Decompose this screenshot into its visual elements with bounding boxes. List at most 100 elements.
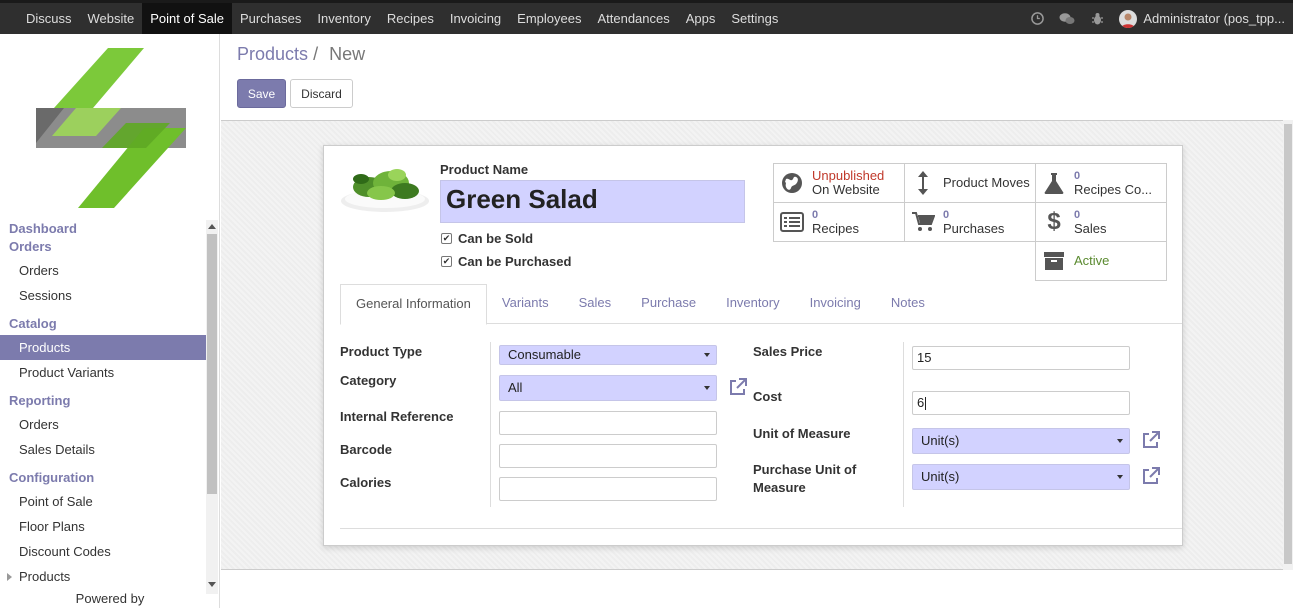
- sidebar-item-reporting-orders[interactable]: Orders: [0, 412, 206, 437]
- calories-label: Calories: [340, 475, 392, 490]
- recipes-text: 0 Recipes: [812, 208, 859, 236]
- sidebar-section-reporting[interactable]: Reporting: [0, 390, 206, 412]
- menu-apps[interactable]: Apps: [678, 3, 724, 34]
- up-down-arrows-icon: [911, 170, 935, 196]
- recipes-count-button[interactable]: 0 Recipes Co...: [1035, 163, 1167, 203]
- menu-purchases[interactable]: Purchases: [232, 3, 309, 34]
- form-tabs: General Information Variants Sales Purch…: [340, 284, 1182, 325]
- internal-reference-input[interactable]: [499, 411, 717, 435]
- uom-external-link-icon[interactable]: [1141, 430, 1161, 450]
- chat-icon[interactable]: [1059, 11, 1075, 27]
- purchase-uom-value: Unit(s): [921, 469, 960, 484]
- purchases-button[interactable]: 0 Purchases: [904, 202, 1036, 242]
- active-label: Active: [1074, 253, 1110, 268]
- clock-icon[interactable]: [1029, 11, 1045, 27]
- sidebar-item-sessions[interactable]: Sessions: [0, 283, 206, 308]
- sidebar-item-sales-details[interactable]: Sales Details: [0, 437, 206, 462]
- sidebar-scrollbar[interactable]: [206, 220, 218, 594]
- sidebar-section-dashboard[interactable]: Dashboard: [0, 220, 206, 238]
- can-be-sold-check-icon[interactable]: ✔: [441, 233, 452, 244]
- menu-attendances[interactable]: Attendances: [589, 3, 677, 34]
- sidebar-item-floor-plans[interactable]: Floor Plans: [0, 514, 206, 539]
- sidebar-item-point-of-sale[interactable]: Point of Sale: [0, 489, 206, 514]
- save-button[interactable]: Save: [237, 79, 286, 108]
- user-menu[interactable]: Administrator (pos_tpp...: [1119, 9, 1285, 28]
- tab-purchase[interactable]: Purchase: [626, 284, 711, 324]
- left-column-divider: [490, 342, 491, 507]
- tab-sales[interactable]: Sales: [564, 284, 627, 324]
- product-moves-button[interactable]: Product Moves: [904, 163, 1036, 203]
- sidebar-item-orders[interactable]: Orders: [0, 258, 206, 283]
- sidebar-section-configuration[interactable]: Configuration: [0, 467, 206, 489]
- bug-icon[interactable]: [1089, 11, 1105, 27]
- sidebar-scroll-thumb[interactable]: [207, 234, 217, 494]
- menu-recipes[interactable]: Recipes: [379, 3, 442, 34]
- right-column-divider: [903, 342, 904, 507]
- product-moves-label: Product Moves: [943, 175, 1030, 190]
- tab-invoicing[interactable]: Invoicing: [795, 284, 876, 324]
- main-scrollbar[interactable]: [1283, 120, 1293, 570]
- cost-input[interactable]: 6: [912, 391, 1130, 415]
- category-select[interactable]: All: [499, 375, 717, 401]
- tab-general-information[interactable]: General Information: [340, 284, 487, 325]
- internal-reference-label: Internal Reference: [340, 409, 454, 424]
- cost-label: Cost: [753, 389, 782, 404]
- main-scroll-thumb[interactable]: [1284, 124, 1292, 564]
- chevron-down-icon: [704, 353, 710, 357]
- top-menu-bar: Discuss Website Point of Sale Purchases …: [0, 0, 1293, 34]
- expand-arrow-icon: [7, 573, 12, 581]
- menu-point-of-sale[interactable]: Point of Sale: [142, 3, 232, 34]
- active-toggle-button[interactable]: Active: [1035, 241, 1167, 281]
- recipes-count-text: 0 Recipes Co...: [1074, 169, 1152, 197]
- sidebar-item-config-products[interactable]: Products: [0, 564, 206, 589]
- recipes-label: Recipes: [812, 221, 859, 236]
- product-type-value: Consumable: [508, 347, 581, 362]
- recipes-num: 0: [812, 209, 819, 221]
- sidebar: Dashboard Orders Orders Sessions Catalog…: [0, 34, 220, 608]
- sales-price-input[interactable]: 15: [912, 346, 1130, 370]
- purchase-uom-external-link-icon[interactable]: [1141, 466, 1161, 486]
- tab-inventory[interactable]: Inventory: [711, 284, 794, 324]
- barcode-input[interactable]: [499, 444, 717, 468]
- scroll-up-icon[interactable]: [208, 224, 216, 229]
- sidebar-section-orders[interactable]: Orders: [0, 238, 206, 256]
- menu-employees[interactable]: Employees: [509, 3, 589, 34]
- calories-input[interactable]: [499, 477, 717, 501]
- menu-discuss[interactable]: Discuss: [18, 3, 80, 34]
- tab-notes[interactable]: Notes: [876, 284, 940, 324]
- user-name: Administrator (pos_tpp...: [1143, 11, 1285, 26]
- list-icon: [780, 212, 804, 232]
- purchases-label: Purchases: [943, 221, 1005, 236]
- sidebar-section-catalog[interactable]: Catalog: [0, 313, 206, 335]
- product-name-input[interactable]: Green Salad: [440, 180, 745, 223]
- product-image[interactable]: [339, 161, 431, 213]
- sidebar-item-product-variants[interactable]: Product Variants: [0, 360, 206, 385]
- unit-of-measure-select[interactable]: Unit(s): [912, 428, 1130, 454]
- can-be-purchased-check-icon[interactable]: ✔: [441, 256, 452, 267]
- sidebar-item-products[interactable]: Products: [0, 335, 206, 360]
- website-status-button[interactable]: Unpublished On Website: [773, 163, 905, 203]
- recipes-button[interactable]: 0 Recipes: [773, 202, 905, 242]
- menu-settings[interactable]: Settings: [723, 3, 786, 34]
- menu-inventory[interactable]: Inventory: [309, 3, 378, 34]
- can-be-purchased-checkbox[interactable]: ✔ Can be Purchased: [441, 254, 571, 269]
- purchase-uom-select[interactable]: Unit(s): [912, 464, 1130, 490]
- menu-website[interactable]: Website: [80, 3, 143, 34]
- sidebar-item-discount-codes[interactable]: Discount Codes: [0, 539, 206, 564]
- category-label: Category: [340, 373, 397, 388]
- can-be-sold-label: Can be Sold: [458, 231, 534, 246]
- cart-icon: [911, 212, 935, 232]
- product-type-select[interactable]: Consumable: [499, 345, 717, 365]
- breadcrumb: Products / New: [237, 44, 365, 65]
- breadcrumb-products-link[interactable]: Products: [237, 44, 308, 64]
- can-be-purchased-label: Can be Purchased: [458, 254, 572, 269]
- unit-of-measure-value: Unit(s): [921, 433, 960, 448]
- discard-button[interactable]: Discard: [290, 79, 353, 108]
- tab-variants[interactable]: Variants: [487, 284, 564, 324]
- scroll-down-icon[interactable]: [208, 582, 216, 587]
- text-cursor: [925, 397, 927, 411]
- can-be-sold-checkbox[interactable]: ✔ Can be Sold: [441, 231, 533, 246]
- category-external-link-icon[interactable]: [728, 377, 748, 397]
- menu-invoicing[interactable]: Invoicing: [442, 3, 509, 34]
- sales-button[interactable]: $ 0 Sales: [1035, 202, 1167, 242]
